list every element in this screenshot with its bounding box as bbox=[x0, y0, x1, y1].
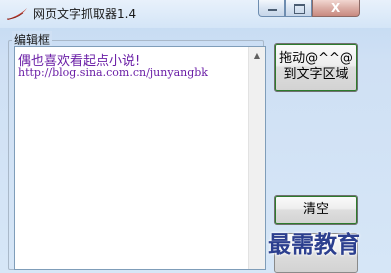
close-button[interactable]: X bbox=[312, 0, 360, 17]
editor-text-line: http://blog.sina.com.cn/junyangbk bbox=[18, 66, 208, 79]
title-bar[interactable]: 网页文字抓取器1.4 X bbox=[0, 0, 391, 28]
app-window: 网页文字抓取器1.4 X 编辑框 偶也喜欢看起点小说! http://blog.… bbox=[0, 0, 391, 273]
drag-to-text-button[interactable]: 拖动@^^@到文字区域 bbox=[274, 43, 358, 92]
clear-button[interactable]: 清空 bbox=[274, 195, 358, 225]
app-icon bbox=[6, 8, 27, 20]
editor-scrollbar[interactable]: ▲ bbox=[248, 47, 265, 269]
minimize-icon bbox=[268, 9, 277, 11]
window-title: 网页文字抓取器1.4 bbox=[33, 7, 137, 21]
editor-textarea[interactable]: 偶也喜欢看起点小说! http://blog.sina.com.cn/junya… bbox=[14, 46, 266, 270]
maximize-icon bbox=[294, 4, 305, 14]
minimize-button[interactable] bbox=[258, 0, 285, 17]
scroll-up-arrow-icon[interactable]: ▲ bbox=[249, 47, 265, 64]
close-icon: X bbox=[331, 1, 341, 15]
maximize-button[interactable] bbox=[285, 0, 312, 17]
watermark-logo: 最需教育 bbox=[268, 231, 360, 258]
